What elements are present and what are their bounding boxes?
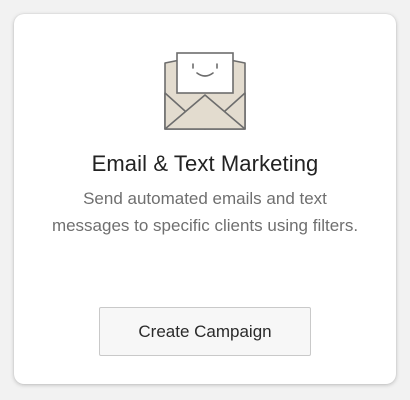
email-text-marketing-card: Email & Text Marketing Send automated em… [14, 14, 396, 384]
create-campaign-button[interactable]: Create Campaign [99, 307, 311, 356]
envelope-with-smiley-letter-icon [164, 52, 246, 130]
card-title: Email & Text Marketing [91, 151, 319, 176]
card-description: Send automated emails and text messages … [51, 189, 359, 235]
